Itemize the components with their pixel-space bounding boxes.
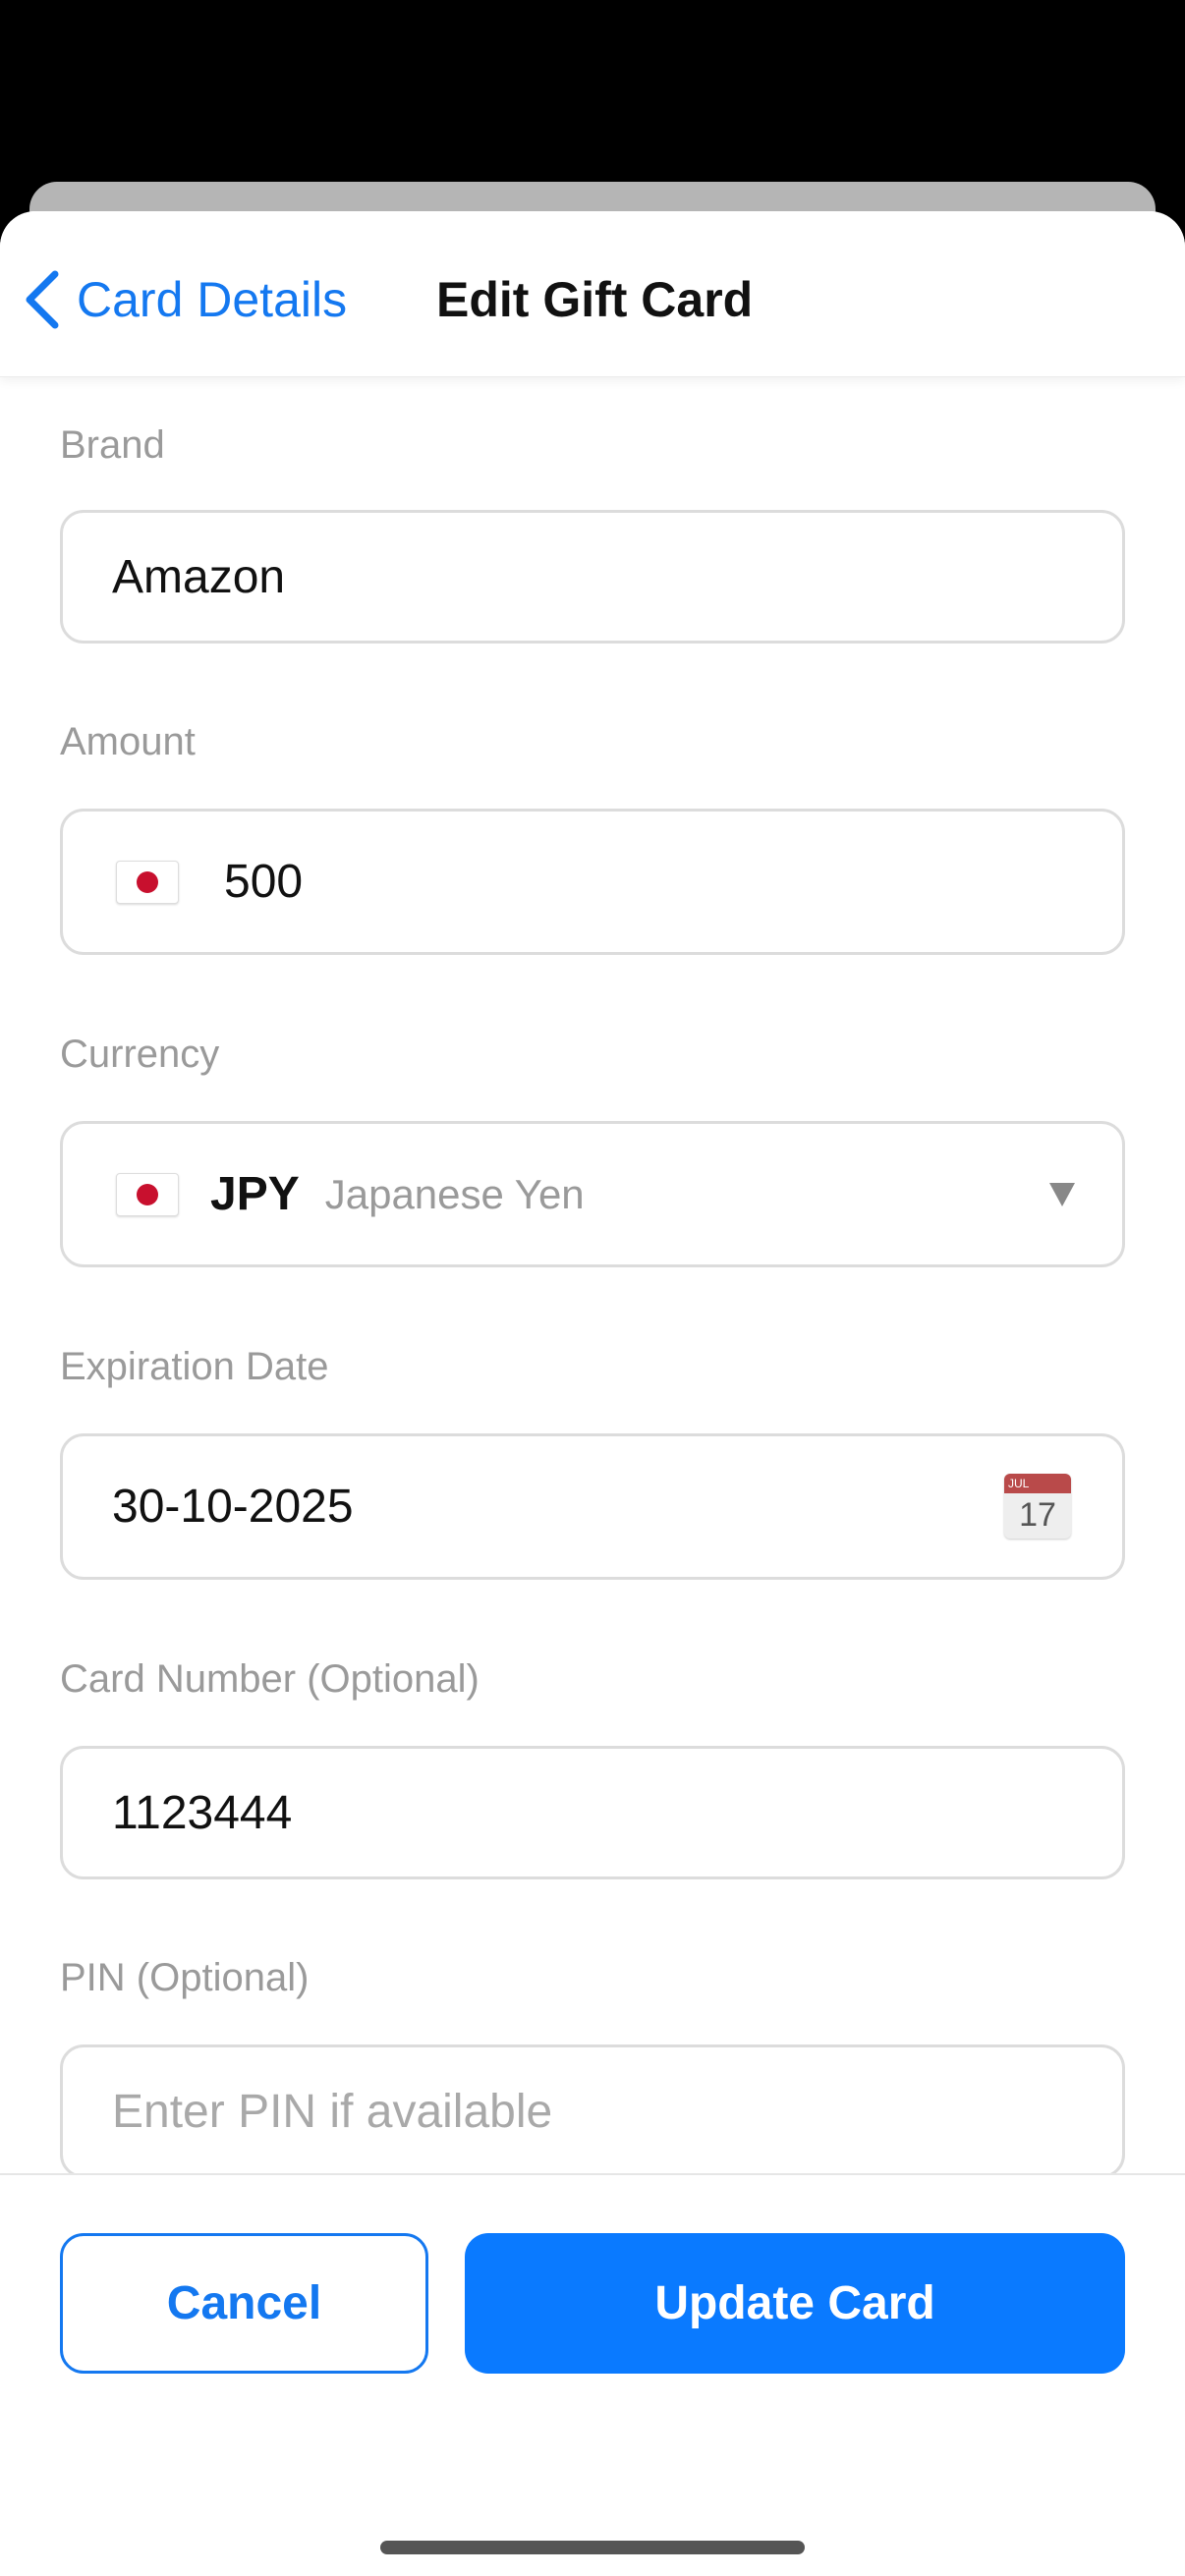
pin-label: PIN (Optional) bbox=[60, 1956, 310, 1999]
expiration-value: 30-10-2025 bbox=[112, 1481, 354, 1533]
calendar-month: JUL bbox=[1004, 1473, 1071, 1493]
brand-input[interactable]: Amazon bbox=[60, 510, 1125, 644]
navigation-bar: Card Details Edit Gift Card bbox=[0, 211, 1185, 377]
currency-select[interactable]: JPY Japanese Yen bbox=[60, 1121, 1125, 1267]
expiration-date-input[interactable]: 30-10-2025 JUL 17 bbox=[60, 1433, 1125, 1580]
back-button[interactable]: Card Details bbox=[22, 265, 347, 334]
japan-flag-icon bbox=[116, 860, 179, 904]
currency-name: Japanese Yen bbox=[324, 1170, 585, 1217]
update-card-button[interactable]: Update Card bbox=[465, 2233, 1125, 2374]
cancel-button[interactable]: Cancel bbox=[60, 2233, 428, 2374]
caret-down-icon bbox=[1049, 1182, 1075, 1206]
expiration-label: Expiration Date bbox=[60, 1345, 329, 1388]
edit-gift-card-sheet: Card Details Edit Gift Card Brand Amazon… bbox=[0, 211, 1185, 2576]
home-indicator[interactable] bbox=[380, 2541, 805, 2554]
amount-label: Amount bbox=[60, 720, 196, 763]
pin-placeholder: Enter PIN if available bbox=[112, 2085, 553, 2138]
japan-flag-icon bbox=[116, 1172, 179, 1216]
calendar-day: 17 bbox=[1019, 1495, 1056, 1534]
card-number-value: 1123444 bbox=[112, 1786, 293, 1839]
action-footer: Cancel Update Card bbox=[0, 2173, 1185, 2576]
calendar-icon[interactable]: JUL 17 bbox=[1004, 1473, 1071, 1539]
card-number-label: Card Number (Optional) bbox=[60, 1657, 480, 1701]
pin-input[interactable]: Enter PIN if available bbox=[60, 2044, 1125, 2173]
form-scroll-area[interactable]: Brand Amazon Amount 500 Currency JPY Jap… bbox=[0, 376, 1185, 2173]
chevron-left-icon bbox=[26, 270, 59, 329]
card-number-input[interactable]: 1123444 bbox=[60, 1746, 1125, 1879]
amount-value: 500 bbox=[224, 856, 304, 908]
currency-label: Currency bbox=[60, 1033, 220, 1076]
brand-label: Brand bbox=[60, 423, 165, 467]
page-title: Edit Gift Card bbox=[436, 272, 754, 327]
amount-input[interactable]: 500 bbox=[60, 809, 1125, 955]
currency-code: JPY bbox=[210, 1168, 300, 1220]
brand-value: Amazon bbox=[112, 550, 286, 603]
back-button-label: Card Details bbox=[77, 272, 348, 327]
